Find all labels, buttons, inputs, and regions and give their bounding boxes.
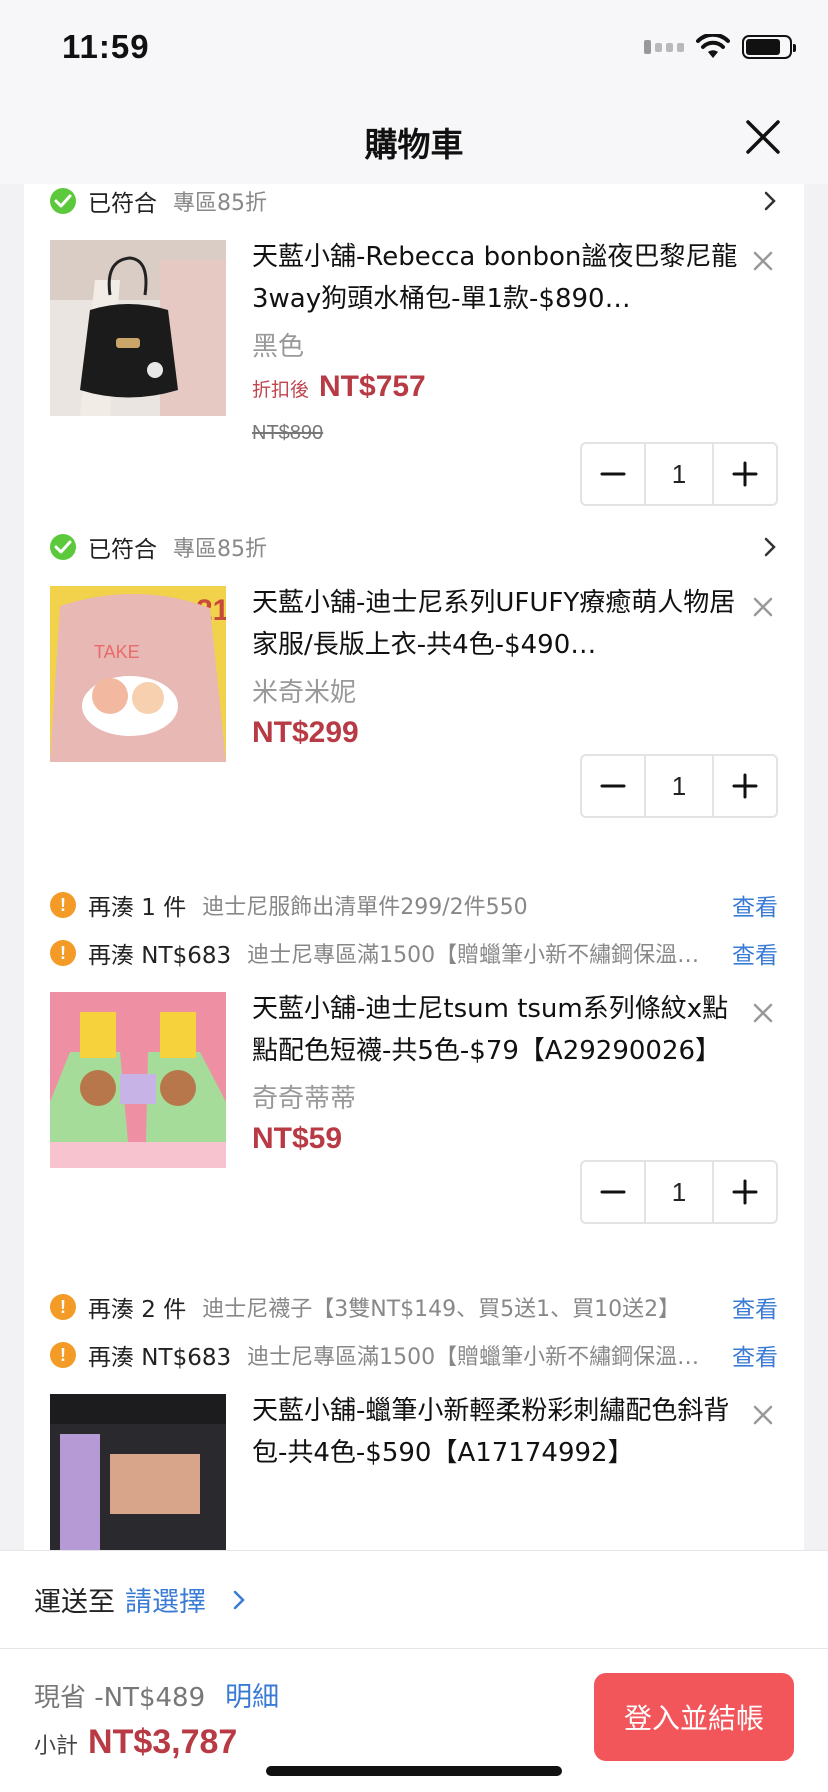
promo-rule-row[interactable]: ! 再湊 NT$683 迪士尼專區滿1500【贈蠟筆小新不繡鋼保溫杯】 查看 xyxy=(24,1332,804,1378)
subtotal-label: 小計 xyxy=(34,1734,79,1759)
promo-rule-desc: 專區85折 xyxy=(173,191,267,216)
subtotal-value: NT$3,787 xyxy=(88,1723,238,1761)
quantity-value[interactable]: 1 xyxy=(644,444,714,504)
original-price: NT$890 xyxy=(252,422,324,444)
product-variant: 黑色 xyxy=(252,332,305,362)
promo-rule-row[interactable]: ! 再湊 1 件 迪士尼服飾出清單件299/2件550 查看 xyxy=(24,882,804,928)
remove-item-icon[interactable] xyxy=(752,250,774,272)
product-thumbnail[interactable] xyxy=(50,240,226,416)
price-row: 折扣後 NT$757 xyxy=(252,370,426,404)
increment-button[interactable] xyxy=(714,1162,776,1222)
promo-rule-row[interactable]: 已符合 專區85折 xyxy=(24,524,804,570)
view-promo-link[interactable]: 查看 xyxy=(732,888,778,922)
promo-rule-status: 已符合 xyxy=(88,537,157,563)
plus-icon xyxy=(732,773,758,799)
shipping-selector[interactable]: 運送至 請選擇 xyxy=(0,1550,828,1648)
savings-row: 現省 -NT$489 明細 xyxy=(34,1675,279,1714)
minus-icon xyxy=(600,784,626,788)
quantity-stepper: 1 xyxy=(580,442,778,506)
increment-button[interactable] xyxy=(714,444,776,504)
savings-text: 現省 -NT$489 xyxy=(34,1683,206,1713)
promo-rule-row[interactable]: ! 再湊 NT$683 迪士尼專區滿1500【贈蠟筆小新不繡鋼保溫杯】 查看 xyxy=(24,930,804,976)
product-variant: 奇奇蒂蒂 xyxy=(252,1084,357,1114)
warning-icon: ! xyxy=(50,1342,76,1368)
battery-icon xyxy=(742,35,796,59)
check-circle-icon xyxy=(50,534,76,560)
price-row: NT$59 xyxy=(252,1122,342,1156)
decrement-button[interactable] xyxy=(582,444,644,504)
promo-rule-status: 已符合 xyxy=(88,191,157,217)
quantity-stepper: 1 xyxy=(580,754,778,818)
details-link[interactable]: 明細 xyxy=(225,1675,279,1714)
promo-rule-desc: 迪士尼專區滿1500【贈蠟筆小新不繡鋼保溫杯】 xyxy=(247,943,720,968)
quantity-value[interactable]: 1 xyxy=(644,1162,714,1222)
quantity-value[interactable]: 1 xyxy=(644,756,714,816)
check-circle-icon xyxy=(50,188,76,214)
product-price: NT$757 xyxy=(319,370,426,403)
promo-rule-status: 再湊 NT$683 xyxy=(88,943,232,969)
product-thumbnail[interactable] xyxy=(50,992,226,1168)
svg-text:TAKE: TAKE xyxy=(94,642,140,662)
discount-label: 折扣後 xyxy=(252,379,310,401)
increment-button[interactable] xyxy=(714,756,776,816)
shipping-label: 運送至 xyxy=(34,1587,115,1618)
view-promo-link[interactable]: 查看 xyxy=(732,1290,778,1324)
product-title[interactable]: 天藍小舖-迪士尼tsum tsum系列條紋x點點配色短襪-共5色-$79【A29… xyxy=(252,988,742,1072)
plus-icon xyxy=(732,1179,758,1205)
close-icon xyxy=(746,120,780,154)
product-title[interactable]: 天藍小舖-迪士尼系列UFUFY療癒萌人物居家服/長版上衣-共4色-$490… xyxy=(252,582,742,666)
cart-list[interactable]: 已符合 專區85折 天藍小舖-Rebecca bonbon謐夜巴黎尼龍3way狗… xyxy=(24,184,804,1550)
product-thumbnail[interactable]: 21 TAKE xyxy=(50,586,226,762)
promo-rule-row[interactable]: ! 再湊 2 件 迪士尼襪子【3雙NT$149、買5送1、買10送2】 查看 xyxy=(24,1284,804,1330)
minus-icon xyxy=(600,472,626,476)
status-bar: 11:59 xyxy=(0,0,828,90)
chevron-right-icon[interactable] xyxy=(762,188,778,214)
product-price: NT$59 xyxy=(252,1122,343,1155)
subtotal-row: 小計 NT$3,787 xyxy=(34,1723,237,1762)
product-thumbnail[interactable] xyxy=(50,1394,226,1550)
status-time: 11:59 xyxy=(62,28,150,65)
product-title[interactable]: 天藍小舖-蠟筆小新輕柔粉彩刺繡配色斜背包-共4色-$590【A17174992】 xyxy=(252,1390,742,1474)
close-button[interactable] xyxy=(738,112,788,162)
view-promo-link[interactable]: 查看 xyxy=(732,936,778,970)
remove-item-icon[interactable] xyxy=(752,596,774,618)
wifi-icon xyxy=(696,34,730,58)
status-icons xyxy=(644,34,796,60)
promo-rule-desc: 迪士尼襪子【3雙NT$149、買5送1、買10送2】 xyxy=(202,1297,681,1322)
view-promo-link[interactable]: 查看 xyxy=(732,1338,778,1372)
product-variant: 米奇米妮 xyxy=(252,678,357,708)
remove-item-icon[interactable] xyxy=(752,1002,774,1024)
promo-rule-status: 再湊 NT$683 xyxy=(88,1345,232,1371)
quantity-stepper: 1 xyxy=(580,1160,778,1224)
promo-rule-status: 再湊 2 件 xyxy=(88,1297,187,1323)
product-price: NT$299 xyxy=(252,716,359,749)
promo-rule-desc: 專區85折 xyxy=(173,537,267,562)
warning-icon: ! xyxy=(50,892,76,918)
decrement-button[interactable] xyxy=(582,756,644,816)
remove-item-icon[interactable] xyxy=(752,1404,774,1426)
decrement-button[interactable] xyxy=(582,1162,644,1222)
promo-rule-desc: 迪士尼專區滿1500【贈蠟筆小新不繡鋼保溫杯】 xyxy=(247,1345,720,1370)
shipping-value[interactable]: 請選擇 xyxy=(125,1580,206,1619)
promo-rule-status: 再湊 1 件 xyxy=(88,895,187,921)
chevron-right-icon[interactable] xyxy=(232,1589,246,1611)
chevron-right-icon[interactable] xyxy=(762,534,778,560)
page-title: 購物車 xyxy=(364,125,464,164)
product-title[interactable]: 天藍小舖-Rebecca bonbon謐夜巴黎尼龍3way狗頭水桶包-單1款-$… xyxy=(252,236,742,320)
cellular-signal-icon xyxy=(644,40,684,54)
warning-icon: ! xyxy=(50,1294,76,1320)
promo-rule-row[interactable]: 已符合 專區85折 xyxy=(24,184,804,224)
home-indicator[interactable] xyxy=(266,1766,562,1776)
login-checkout-button[interactable]: 登入並結帳 xyxy=(594,1673,794,1761)
warning-icon: ! xyxy=(50,940,76,966)
price-row: NT$299 xyxy=(252,716,359,750)
nav-bar: 購物車 xyxy=(0,90,828,184)
promo-rule-desc: 迪士尼服飾出清單件299/2件550 xyxy=(202,895,528,920)
plus-icon xyxy=(732,461,758,487)
minus-icon xyxy=(600,1190,626,1194)
